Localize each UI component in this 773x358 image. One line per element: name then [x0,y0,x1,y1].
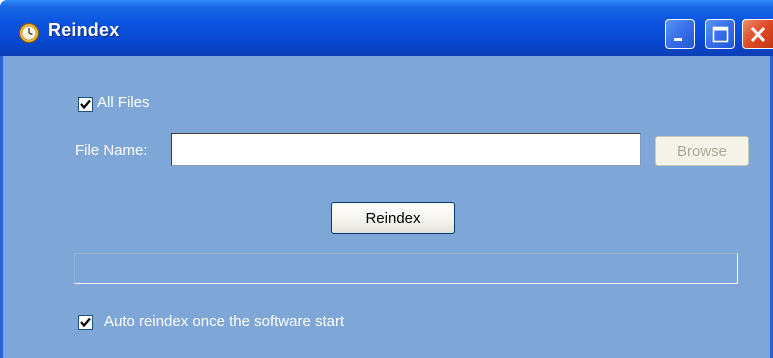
maximize-button[interactable] [705,19,735,49]
file-name-label: File Name: [75,142,148,159]
all-files-checkbox[interactable] [78,97,93,112]
checkmark-icon [80,317,91,328]
browse-button[interactable]: Browse [655,136,749,166]
close-icon [750,26,766,43]
clock-icon [18,22,40,44]
minimize-button[interactable] [665,19,695,49]
progress-bar [74,253,738,284]
minimize-icon [674,38,682,41]
title-bar[interactable]: Reindex [0,0,773,56]
checkmark-icon [80,99,91,110]
file-name-input[interactable] [171,133,641,166]
all-files-label: All Files [97,94,150,111]
window-border-left [0,56,3,358]
window-title: Reindex [48,20,120,40]
reindex-window: Reindex All Files File Name: Browse Rein… [0,0,773,358]
maximize-icon [712,26,729,43]
reindex-button[interactable]: Reindex [331,202,455,234]
close-button[interactable] [742,19,773,49]
auto-reindex-label: Auto reindex once the software start [104,313,345,330]
auto-reindex-checkbox[interactable] [78,315,93,330]
